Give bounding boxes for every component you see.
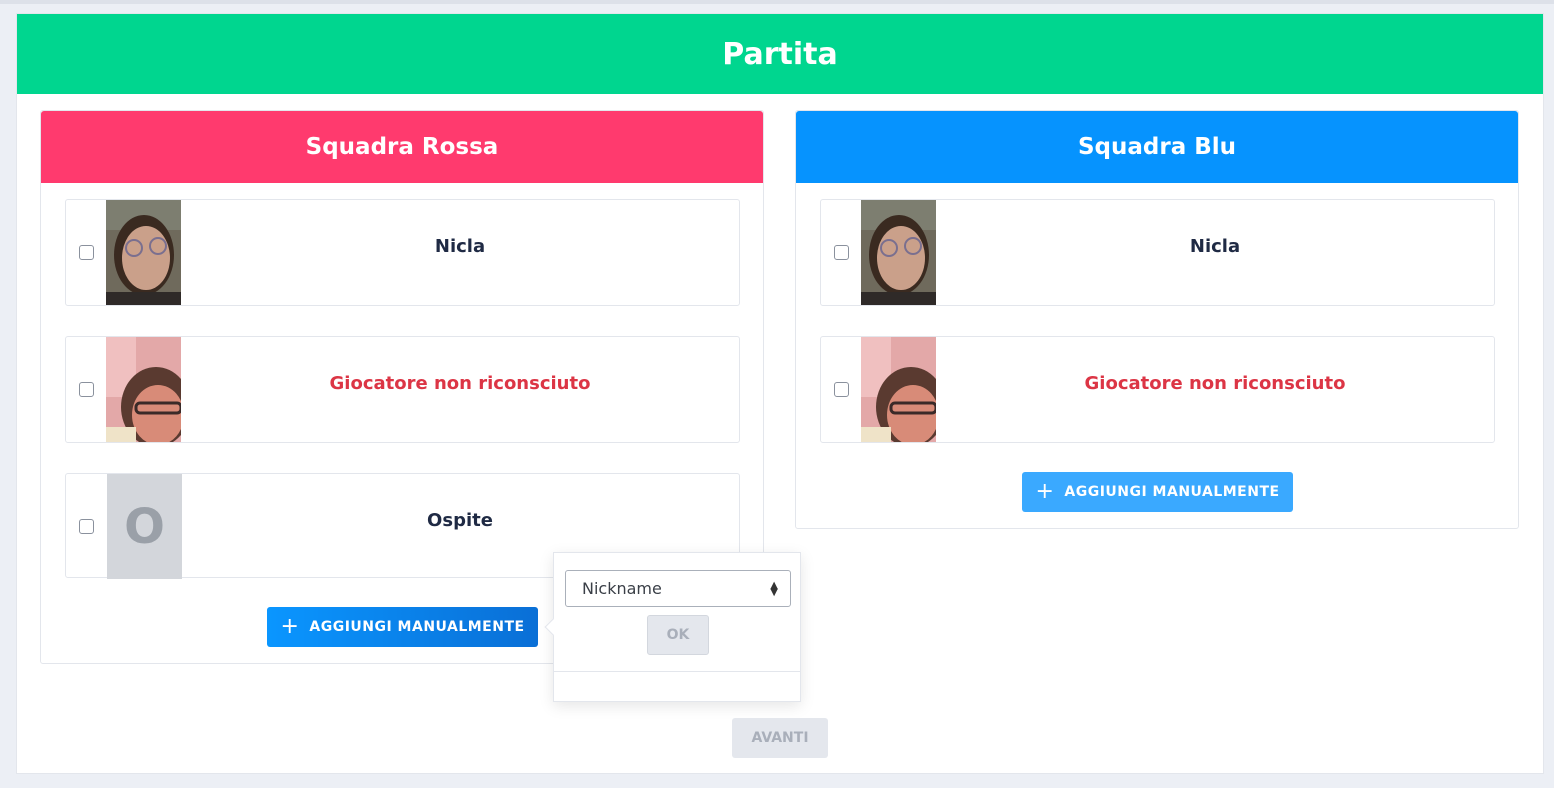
nickname-select[interactable]: Nickname ▲ ▼ [565, 570, 791, 607]
player-checkbox[interactable] [834, 382, 849, 397]
player-photo [106, 200, 181, 305]
top-strip [0, 0, 1554, 4]
plus-icon: + [1035, 479, 1055, 504]
guest-initial: O [124, 498, 165, 555]
nickname-select-value: Nickname [582, 579, 662, 598]
player-row[interactable]: Nicla [65, 199, 740, 306]
guest-avatar: O [107, 474, 182, 579]
page-title: Partita [722, 36, 838, 72]
team-header-red: Squadra Rossa [41, 111, 763, 183]
popover-body: Nickname ▲ ▼ OK [554, 553, 801, 672]
player-checkbox[interactable] [79, 382, 94, 397]
player-name: Nicla [434, 236, 486, 257]
player-row[interactable]: Nicla [820, 199, 1495, 306]
add-player-popover: Nickname ▲ ▼ OK [544, 552, 801, 702]
team-title-blue: Squadra Blu [1077, 134, 1237, 160]
player-checkbox[interactable] [79, 245, 94, 260]
ok-label: OK [666, 627, 690, 643]
add-manually-label: AGGIUNGI MANUALMENTE [1064, 484, 1280, 500]
next-label: AVANTI [751, 730, 809, 746]
player-photo [106, 337, 181, 442]
team-title-red: Squadra Rossa [305, 134, 499, 160]
add-manually-label: AGGIUNGI MANUALMENTE [309, 619, 525, 635]
team-header-blue: Squadra Blu [796, 111, 1518, 183]
player-checkbox[interactable] [834, 245, 849, 260]
add-manually-button[interactable]: + AGGIUNGI MANUALMENTE [267, 607, 538, 647]
player-row[interactable]: Giocatore non riconsciuto [65, 336, 740, 443]
player-photo [861, 200, 936, 305]
player-photo [861, 337, 936, 442]
player-row[interactable]: Giocatore non riconsciuto [820, 336, 1495, 443]
player-name: Giocatore non riconsciuto [1084, 373, 1346, 394]
player-name: Ospite [427, 510, 493, 531]
match-header: Partita [17, 14, 1543, 94]
player-name: Nicla [1189, 236, 1241, 257]
team-panel-blue: Squadra Blu Nicla Giocatore non riconsci… [795, 110, 1519, 529]
ok-button[interactable]: OK [647, 615, 709, 655]
next-button[interactable]: AVANTI [732, 718, 828, 758]
player-checkbox[interactable] [79, 519, 94, 534]
plus-icon: + [280, 614, 300, 639]
player-name: Giocatore non riconsciuto [329, 373, 591, 394]
add-manually-button[interactable]: + AGGIUNGI MANUALMENTE [1022, 472, 1293, 512]
select-caret-icon: ▲ ▼ [770, 580, 778, 598]
